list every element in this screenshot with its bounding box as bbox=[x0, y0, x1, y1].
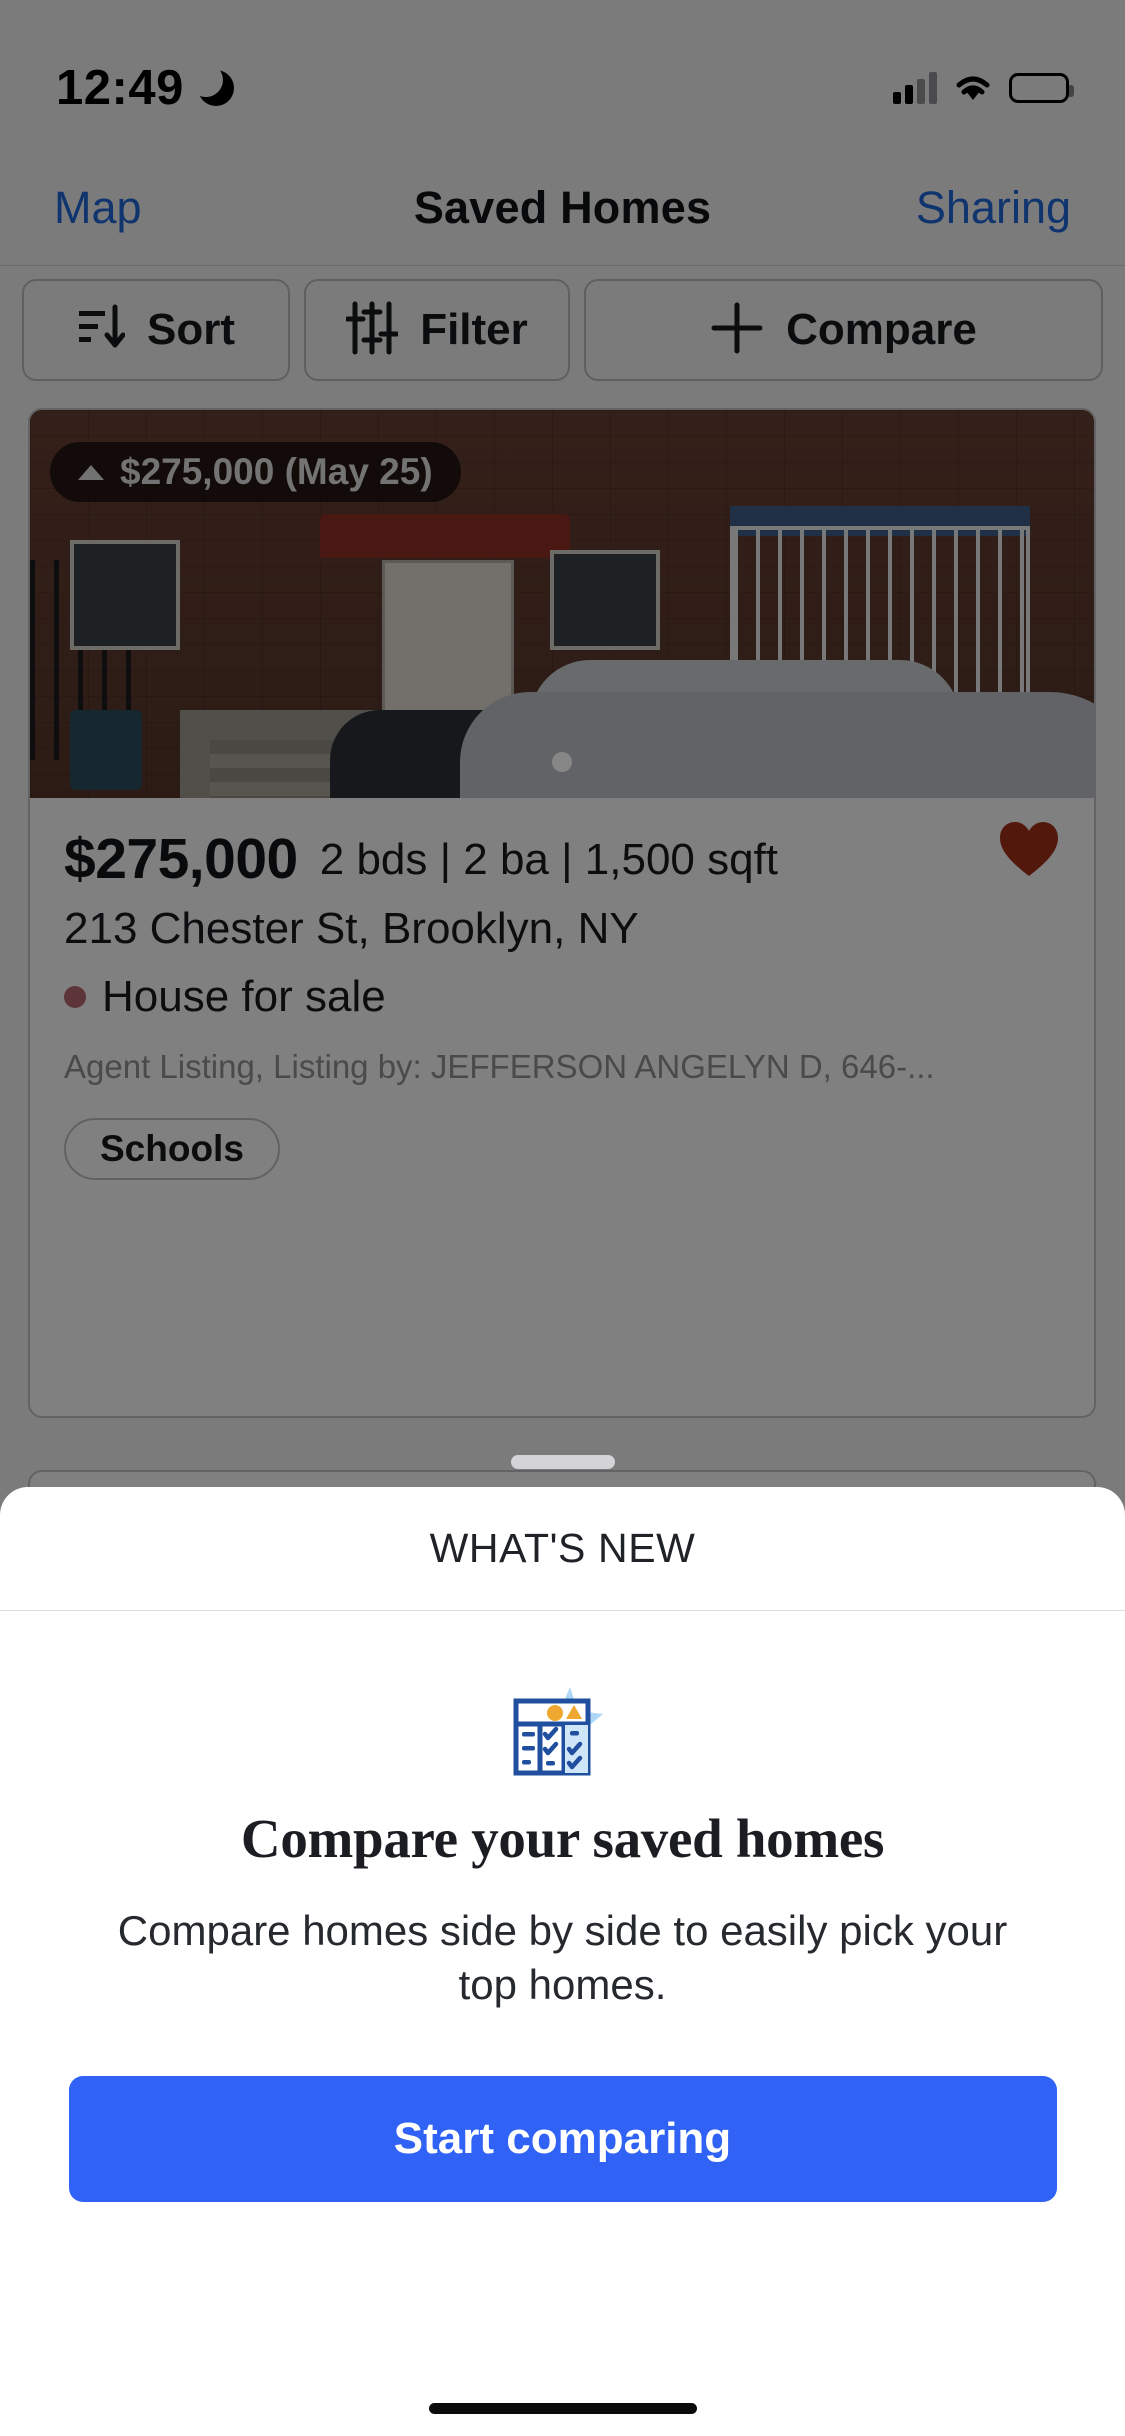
status-time: 12:49 bbox=[56, 61, 184, 115]
sheet-heading: Compare your saved homes bbox=[240, 1808, 885, 1869]
sheet-drag-handle[interactable] bbox=[510, 1455, 615, 1469]
property-facts: 2 bds | 2 ba | 1,500 sqft bbox=[319, 835, 779, 884]
photo-awning bbox=[320, 514, 570, 558]
status-bar: 12:49 bbox=[0, 0, 1125, 132]
plus-icon bbox=[710, 301, 764, 360]
battery-full-icon bbox=[1009, 73, 1074, 103]
navigation-bar: Map Saved Homes Sharing bbox=[0, 150, 1125, 266]
property-status-label: House for sale bbox=[102, 972, 386, 1021]
sort-descending-icon bbox=[77, 301, 126, 360]
property-address: 213 Chester St, Brooklyn, NY bbox=[64, 904, 639, 953]
schools-chip[interactable]: Schools bbox=[64, 1118, 280, 1180]
status-dot-icon bbox=[64, 986, 86, 1008]
agent-listing-text: Agent Listing, Listing by: JEFFERSON ANG… bbox=[64, 1048, 935, 1085]
schools-chip-label: Schools bbox=[100, 1128, 244, 1169]
compare-button[interactable]: Compare bbox=[584, 279, 1103, 381]
property-price: $275,000 bbox=[64, 827, 298, 891]
compare-button-label: Compare bbox=[786, 305, 977, 354]
filter-button[interactable]: Filter bbox=[304, 279, 570, 381]
photo-window-right bbox=[550, 550, 660, 650]
property-status: House for sale bbox=[64, 972, 1060, 1022]
filter-button-label: Filter bbox=[420, 305, 528, 354]
screen: 12:49 Map Saved Homes Sharing Sort Filte… bbox=[0, 0, 1125, 2436]
photo-pager-dot[interactable] bbox=[552, 752, 572, 772]
photo-silver-car bbox=[460, 692, 1094, 798]
page-title: Saved Homes bbox=[413, 181, 712, 233]
price-change-text: $275,000 (May 25) bbox=[120, 451, 433, 492]
whats-new-sheet: WHAT'S NEW Compare your saved homes Comp… bbox=[0, 1487, 1125, 2436]
price-change-badge: $275,000 (May 25) bbox=[50, 442, 461, 502]
wifi-icon bbox=[953, 73, 993, 103]
filter-toolbar: Sort Filter Compare bbox=[0, 270, 1125, 390]
sort-button[interactable]: Sort bbox=[22, 279, 290, 381]
status-bar-right bbox=[893, 72, 1074, 104]
sheet-body-text: Compare homes side by side to easily pic… bbox=[117, 1907, 1008, 2008]
compare-table-icon bbox=[508, 1681, 618, 1781]
photo-trash-bin bbox=[70, 710, 142, 790]
arrow-up-icon bbox=[78, 464, 104, 480]
start-comparing-button[interactable]: Start comparing bbox=[68, 2075, 1057, 2202]
heart-filled-icon[interactable] bbox=[998, 820, 1060, 878]
cellular-bars-icon bbox=[893, 72, 937, 104]
property-card-body: $275,000 2 bds | 2 ba | 1,500 sqft 213 C… bbox=[30, 798, 1094, 1180]
home-indicator[interactable] bbox=[428, 2403, 697, 2414]
property-card[interactable]: $275,000 (May 25) $275,000 2 bds | 2 ba … bbox=[28, 408, 1096, 1418]
crescent-moon-icon bbox=[188, 63, 234, 106]
property-photo[interactable]: $275,000 (May 25) bbox=[30, 410, 1094, 798]
sliders-icon bbox=[344, 300, 400, 361]
price-row: $275,000 2 bds | 2 ba | 1,500 sqft bbox=[64, 826, 1060, 892]
sheet-header: WHAT'S NEW bbox=[0, 1487, 1125, 1611]
status-bar-left: 12:49 bbox=[56, 60, 234, 116]
photo-window-left bbox=[70, 540, 180, 650]
sheet-title: WHAT'S NEW bbox=[429, 1525, 696, 1571]
start-comparing-label: Start comparing bbox=[393, 2113, 732, 2163]
sheet-content: Compare your saved homes Compare homes s… bbox=[0, 1611, 1125, 2436]
sort-button-label: Sort bbox=[147, 305, 235, 354]
